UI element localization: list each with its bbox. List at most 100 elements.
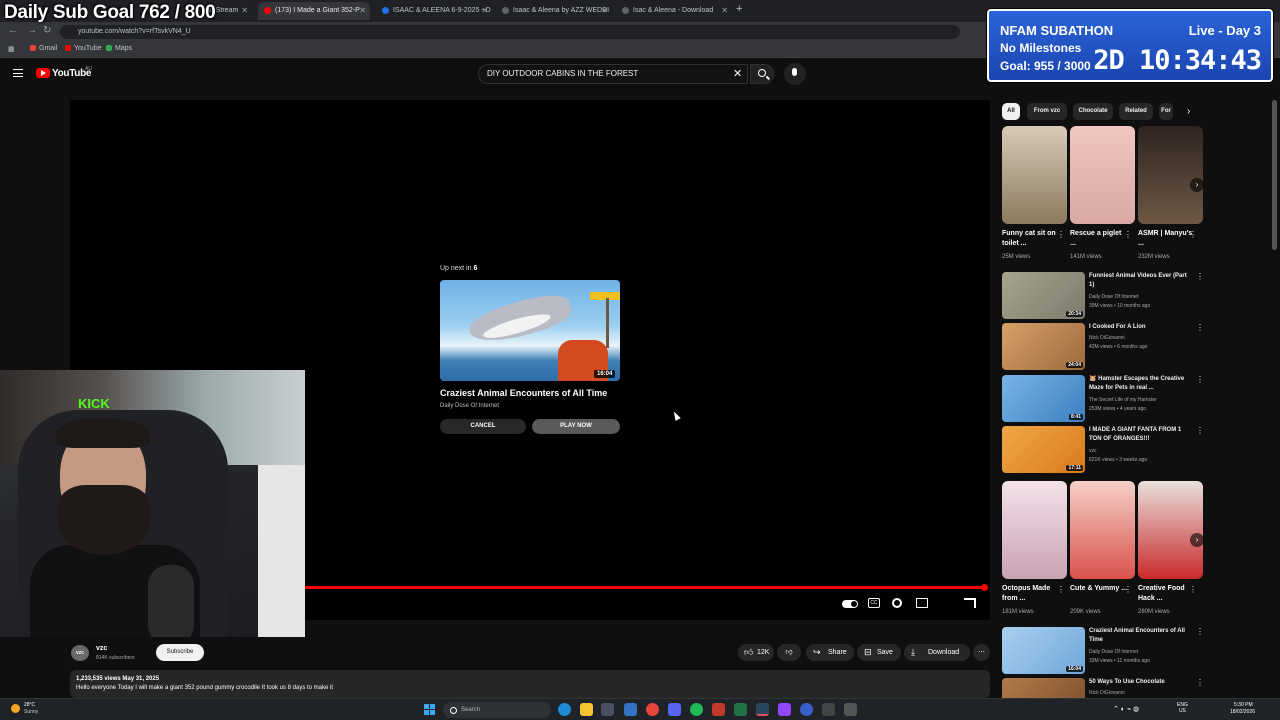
system-tray[interactable]: ⌃ ◐ ⌁ ◍ <box>1113 705 1139 713</box>
mail-icon[interactable] <box>624 703 637 716</box>
chevron-right-icon[interactable]: › <box>1190 533 1204 547</box>
video-channel[interactable]: vzc <box>1089 448 1097 454</box>
tab-azz-wedding[interactable]: Isaac & Aleena by AZZ WEDDI ✕ <box>496 2 612 20</box>
more-vert-icon[interactable]: ⋮ <box>1124 585 1132 594</box>
video-channel[interactable]: Nick DiGiovanni <box>1089 690 1125 696</box>
more-vert-icon[interactable]: ⋮ <box>1189 585 1197 594</box>
video-thumbnail[interactable]: 20:34 <box>1002 272 1085 319</box>
short-title[interactable]: Funny cat sit on toilet ... <box>1002 229 1060 249</box>
reload-icon[interactable]: ↻ <box>43 25 51 36</box>
app-icon[interactable] <box>712 703 725 716</box>
video-title[interactable]: 50 Ways To Use Chocolate <box>1089 678 1189 687</box>
spotify-icon[interactable] <box>690 703 703 716</box>
video-thumbnail[interactable]: 24:04 <box>1002 323 1085 370</box>
back-icon[interactable]: ← <box>8 25 18 36</box>
chip-related[interactable]: Related <box>1119 103 1153 120</box>
windows-start-icon[interactable] <box>424 704 435 715</box>
short-title[interactable]: Rescue a piglet ... <box>1070 229 1128 249</box>
list-item[interactable]: 16:04 Craziest Animal Encounters of All … <box>1002 627 1204 675</box>
tab-download[interactable]: Isac & Aleena - Download ✕ <box>616 2 732 20</box>
more-vert-icon[interactable]: ⋮ <box>1124 230 1132 239</box>
list-item[interactable]: 17:11 I MADE A GIANT FANTA FROM 1 TON OF… <box>1002 426 1204 474</box>
video-title[interactable]: Craziest Animal Encounters of All Time <box>1089 627 1189 645</box>
like-button[interactable]: 👍︎ 12K <box>738 644 774 661</box>
short-thumbnail[interactable] <box>1002 481 1067 579</box>
clock-date[interactable]: 18/02/2026 <box>1230 709 1255 715</box>
chip-all[interactable]: All <box>1002 103 1020 120</box>
chip-from-vzc[interactable]: From vzc <box>1027 103 1067 120</box>
tab-active[interactable]: (173) I Made a Giant 352-P ✕ <box>258 2 370 20</box>
short-thumbnail[interactable] <box>1070 481 1135 579</box>
more-vert-icon[interactable]: ⋮ <box>1196 375 1204 384</box>
fullscreen-icon[interactable] <box>964 598 976 608</box>
progress-scrubber[interactable] <box>981 584 988 591</box>
autoplay-toggle[interactable] <box>842 600 858 608</box>
app-icon[interactable] <box>844 703 857 716</box>
more-actions-button[interactable]: ⋯ <box>973 644 990 661</box>
video-thumbnail[interactable]: 16:04 <box>1002 627 1085 674</box>
dislike-button[interactable]: 👎︎ <box>777 644 801 661</box>
clear-search-icon[interactable]: ✕ <box>733 67 742 80</box>
taskbar-search[interactable]: Search <box>443 702 551 718</box>
chevron-right-icon[interactable]: › <box>1187 106 1190 117</box>
video-title[interactable]: 🐹 Hamster Escapes the Creative Maze for … <box>1089 375 1189 393</box>
list-item[interactable]: 20:34 Funniest Animal Videos Ever (Part … <box>1002 272 1204 320</box>
url-field[interactable]: youtube.com/watch?v=rfTsvkVN4_U <box>60 25 960 39</box>
more-vert-icon[interactable]: ⋮ <box>1196 272 1204 281</box>
close-icon[interactable]: ✕ <box>359 2 366 20</box>
voice-search-button[interactable] <box>784 63 806 85</box>
more-vert-icon[interactable]: ⋮ <box>1189 230 1197 239</box>
edge-icon[interactable] <box>558 703 571 716</box>
list-item[interactable]: 8:41 🐹 Hamster Escapes the Creative Maze… <box>1002 375 1204 423</box>
close-icon[interactable]: ✕ <box>481 2 488 20</box>
video-title[interactable]: I MADE A GIANT FANTA FROM 1 TON OF ORANG… <box>1089 426 1189 444</box>
list-item[interactable]: 24:04 I Cooked For A Lion Nick DiGiovann… <box>1002 323 1204 371</box>
channel-avatar[interactable]: vzc <box>71 645 89 661</box>
video-thumbnail[interactable]: 8:41 <box>1002 375 1085 422</box>
bookmark-gmail[interactable]: Gmail <box>30 45 57 52</box>
language-indicator[interactable]: ENG US <box>1177 702 1188 714</box>
short-title[interactable]: Octopus Made from ... <box>1002 584 1060 604</box>
chip-for[interactable]: For <box>1159 103 1173 120</box>
chip-chocolate[interactable]: Chocolate <box>1073 103 1113 120</box>
cancel-button[interactable]: CANCEL <box>440 419 526 434</box>
more-vert-icon[interactable]: ⋮ <box>1196 627 1204 636</box>
description-box[interactable]: 1,233,535 views May 31, 2025 Hello every… <box>70 670 990 698</box>
more-vert-icon[interactable]: ⋮ <box>1196 323 1204 332</box>
miniplayer-icon[interactable] <box>916 598 928 608</box>
short-thumbnail[interactable] <box>1138 481 1203 579</box>
short-thumbnail[interactable] <box>1002 126 1067 224</box>
clock-time[interactable]: 5:30 PM <box>1234 702 1253 708</box>
youtube-logo-icon[interactable] <box>36 68 50 78</box>
apps-icon[interactable]: ▦ <box>8 45 15 53</box>
discord-icon[interactable] <box>668 703 681 716</box>
video-thumbnail[interactable] <box>1002 678 1085 698</box>
short-title[interactable]: ASMR | Manyu's ... <box>1138 229 1196 249</box>
more-vert-icon[interactable]: ⋮ <box>1196 678 1202 687</box>
more-vert-icon[interactable]: ⋮ <box>1057 585 1065 594</box>
menu-icon[interactable] <box>13 69 23 77</box>
forward-icon[interactable]: → <box>27 25 37 36</box>
more-vert-icon[interactable]: ⋮ <box>1057 230 1065 239</box>
video-channel[interactable]: The Secret Life of my Hamster <box>1089 397 1157 403</box>
app-icon[interactable] <box>800 703 813 716</box>
scrollbar[interactable] <box>1272 100 1277 250</box>
sun-icon[interactable] <box>11 704 20 713</box>
list-item[interactable]: 50 Ways To Use Chocolate Nick DiGiovanni… <box>1002 678 1202 698</box>
chevron-right-icon[interactable]: › <box>1190 178 1204 192</box>
video-channel[interactable]: Daily Dose Of Internet <box>1089 649 1138 655</box>
more-vert-icon[interactable]: ⋮ <box>1196 426 1204 435</box>
search-button[interactable] <box>750 64 774 84</box>
twitch-icon[interactable] <box>778 703 791 716</box>
excel-icon[interactable] <box>734 703 747 716</box>
short-title[interactable]: Creative Food Hack ... <box>1138 584 1196 604</box>
close-icon[interactable]: ✕ <box>241 2 248 20</box>
share-button[interactable]: ↪ Share <box>806 644 854 661</box>
settings-gear-icon[interactable] <box>892 598 902 608</box>
file-explorer-icon[interactable] <box>580 703 593 716</box>
short-thumbnail[interactable] <box>1138 126 1203 224</box>
chrome-icon[interactable] <box>646 703 659 716</box>
bookmark-youtube[interactable]: YouTube <box>65 45 102 52</box>
close-icon[interactable]: ✕ <box>721 2 728 20</box>
captions-button[interactable]: CC <box>868 598 880 608</box>
